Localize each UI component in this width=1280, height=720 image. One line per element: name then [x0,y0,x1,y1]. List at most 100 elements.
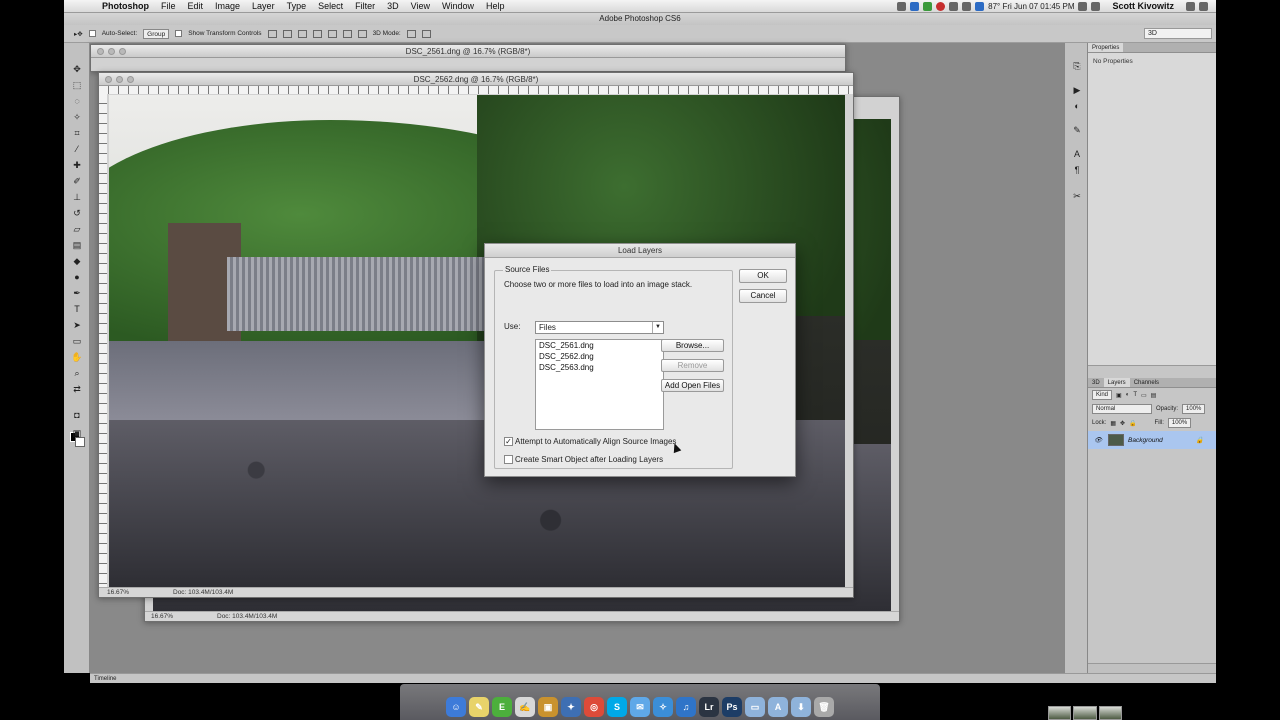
workspace-select[interactable]: 3D [1144,28,1212,39]
folder-icon[interactable]: ▭ [745,697,765,717]
lasso-tool-icon[interactable]: ◌ [70,95,84,107]
menu-edit[interactable]: Edit [188,1,204,11]
distribute-icon[interactable] [357,29,367,38]
crop-tool-icon[interactable]: ⌗ [70,127,84,139]
wifi-icon[interactable] [1078,1,1088,11]
textedit-icon[interactable]: ✍ [515,697,535,717]
document-title-bar[interactable]: DSC_2562.dng @ 16.7% (RGB/8*) [99,73,853,86]
menu-layer[interactable]: Layer [252,1,275,11]
screen-mode-icon[interactable]: ▣ [70,427,84,439]
sync-icon[interactable] [949,1,959,11]
document-title-bar[interactable]: DSC_2561.dng @ 16.7% (RGB/8*) [91,45,845,58]
evernote-tray-icon[interactable] [923,1,933,11]
align-right-icon[interactable] [342,29,352,38]
brush-tool-icon[interactable]: ✐ [70,175,84,187]
search-icon[interactable] [1186,1,1195,11]
finder-icon[interactable]: ☺ [446,697,466,717]
eyedropper-tool-icon[interactable]: ⁄ [70,143,84,155]
apps-folder-icon[interactable]: A [768,697,788,717]
group-select[interactable]: Group [143,28,170,39]
auto-select-checkbox[interactable] [88,30,96,37]
document-window-2561[interactable]: DSC_2561.dng @ 16.7% (RGB/8*) [90,44,846,72]
use-select[interactable]: Files ▼ [535,321,664,334]
menu-view[interactable]: View [411,1,430,11]
actions-panel-icon[interactable]: ▶ [1071,85,1083,96]
ok-button[interactable]: OK [739,269,787,283]
adjustments-panel-icon[interactable]: ◐ [1071,101,1083,112]
bluetooth-icon[interactable] [975,1,985,11]
record-icon[interactable] [936,1,946,11]
photoshop-icon[interactable]: Ps [722,697,742,717]
safari-icon[interactable]: ✧ [653,697,673,717]
bird-icon[interactable]: ✦ [561,697,581,717]
healing-brush-icon[interactable]: ✚ [70,159,84,171]
swap-colors-icon[interactable]: ⇄ [70,383,84,395]
type-tool-icon[interactable]: T [70,303,84,315]
itunes-icon[interactable]: ♫ [676,697,696,717]
remove-button[interactable]: Remove [661,359,724,372]
zoom-tool-icon[interactable]: ⌕ [70,367,84,379]
add-open-files-button[interactable]: Add Open Files [661,379,724,392]
volume-icon[interactable] [1091,1,1101,11]
doc-size[interactable]: Doc: 103.4M/103.4M [217,612,277,622]
clone-stamp-icon[interactable]: ⊥ [70,191,84,203]
3d-roll-icon[interactable] [421,29,431,38]
blend-mode-select[interactable]: Normal [1092,404,1152,414]
lock-pixels-icon[interactable]: ▦ [1110,420,1116,427]
chrome-icon[interactable]: ◎ [584,697,604,717]
zoom-level[interactable]: 16.67% [107,588,129,598]
minimize-icon[interactable] [116,76,123,83]
align-center-icon[interactable] [327,29,337,38]
vertical-ruler[interactable] [99,94,107,588]
trash-icon[interactable]: 🗑 [814,697,834,717]
menu-help[interactable]: Help [486,1,505,11]
lock-position-icon[interactable]: ✥ [1120,420,1125,427]
tool-presets-icon[interactable]: ✂ [1071,191,1083,202]
horizontal-ruler[interactable] [99,86,853,94]
package-icon[interactable]: ▣ [538,697,558,717]
menu-file[interactable]: File [161,1,176,11]
dodge-tool-icon[interactable]: ● [70,271,84,283]
messages-icon[interactable]: ✉ [630,697,650,717]
align-bottom-icon[interactable] [297,29,307,38]
menu-type[interactable]: Type [287,1,307,11]
zoom-icon[interactable] [119,48,126,55]
hand-tool-icon[interactable]: ✋ [70,351,84,363]
quick-mask-icon[interactable]: ◘ [70,409,84,421]
clock-icon[interactable] [962,1,972,11]
close-icon[interactable] [97,48,104,55]
file-list[interactable]: DSC_2561.dng DSC_2562.dng DSC_2563.dng [535,339,664,430]
notes-icon[interactable]: ✎ [469,697,489,717]
gradient-tool-icon[interactable]: ▤ [70,239,84,251]
smart-object-checkbox[interactable] [504,455,513,464]
downloads-icon[interactable]: ⬇ [791,697,811,717]
eraser-tool-icon[interactable]: ▱ [70,223,84,235]
path-select-icon[interactable]: ➤ [70,319,84,331]
dropbox-icon[interactable] [910,1,920,11]
zoom-level[interactable]: 16.67% [151,612,173,622]
align-middle-icon[interactable] [282,29,292,38]
align-top-icon[interactable] [267,29,277,38]
list-item[interactable]: DSC_2561.dng [536,340,663,351]
align-label[interactable]: Attempt to Automatically Align Source Im… [515,437,676,446]
zoom-icon[interactable] [127,76,134,83]
brush-panel-icon[interactable]: ✎ [1071,125,1083,136]
menu-image[interactable]: Image [215,1,240,11]
opacity-field[interactable]: 100% [1182,404,1206,414]
character-panel-icon[interactable]: A [1071,149,1083,160]
kind-filter-select[interactable]: Kind [1092,390,1113,400]
close-icon[interactable] [105,76,112,83]
move-tool-icon[interactable]: ✥ [70,63,84,75]
skype-icon[interactable]: S [607,697,627,717]
evernote-icon[interactable]: E [492,697,512,717]
tab-layers[interactable]: Layers [1103,378,1130,387]
timeline-bar[interactable]: Timeline [90,673,1216,683]
quick-select-tool-icon[interactable]: ✧ [70,111,84,123]
paragraph-panel-icon[interactable]: ¶ [1071,165,1083,176]
move-tool-icon[interactable]: ▸✥ [74,30,83,38]
menu-filter[interactable]: Filter [355,1,375,11]
minimize-icon[interactable] [108,48,115,55]
smart-object-label[interactable]: Create Smart Object after Loading Layers [515,455,663,464]
user-name[interactable]: Scott Kivowitz [1112,1,1174,11]
app-menu[interactable]: Photoshop [102,1,149,11]
